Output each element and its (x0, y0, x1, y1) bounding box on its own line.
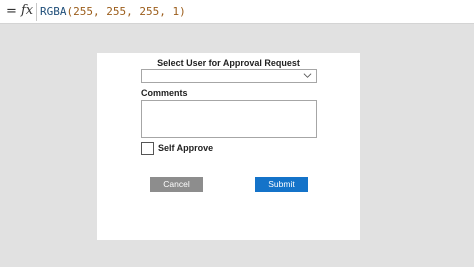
approval-form-card: Select User for Approval Request Comment… (97, 53, 360, 240)
formula-function-name: RGBA (40, 5, 67, 18)
self-approve-label: Self Approve (158, 143, 214, 153)
form-title: Select User for Approval Request (157, 58, 300, 68)
equals-icon: = (6, 4, 17, 19)
self-approve-checkbox[interactable] (141, 142, 154, 155)
submit-button[interactable]: Submit (255, 177, 308, 192)
fx-icon[interactable]: fx (21, 3, 33, 18)
cancel-button[interactable]: Cancel (150, 177, 203, 192)
comments-label: Comments (141, 88, 188, 98)
formula-bar: = fx RGBA(255, 255, 255, 1) (0, 0, 474, 24)
comments-field[interactable] (141, 100, 317, 138)
formula-arguments: (255, 255, 255, 1) (66, 5, 186, 18)
formula-divider (36, 3, 37, 21)
user-select-dropdown[interactable] (141, 69, 317, 83)
chevron-down-icon (303, 73, 312, 78)
formula-input[interactable]: RGBA(255, 255, 255, 1) (40, 5, 186, 18)
